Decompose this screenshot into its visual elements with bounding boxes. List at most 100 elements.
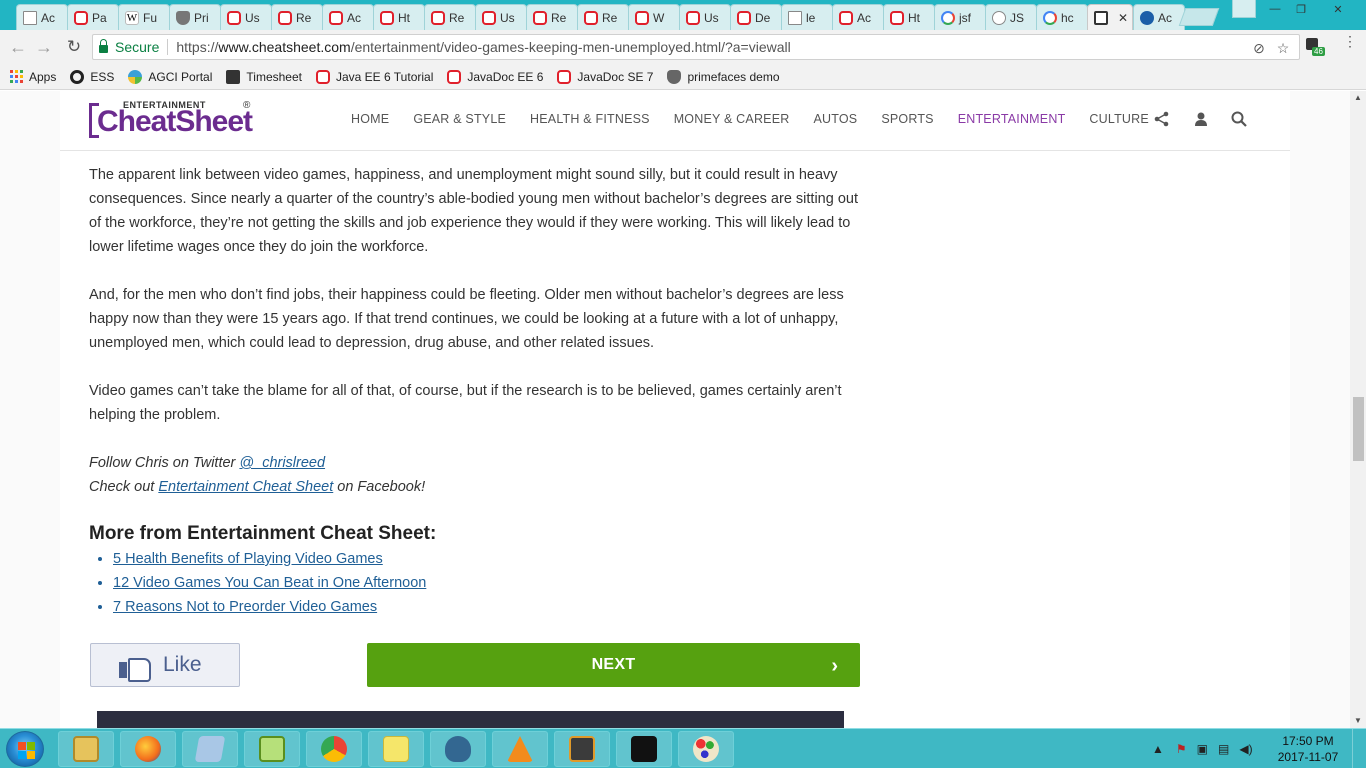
taskbar-app-paint[interactable]	[678, 731, 734, 767]
new-tab-button[interactable]	[1178, 8, 1220, 26]
show-hidden-icons[interactable]: ▲	[1152, 742, 1164, 756]
device-icon[interactable]: ▣	[1197, 742, 1208, 756]
browser-tab[interactable]: Us	[475, 4, 527, 30]
nav-item-health-fitness[interactable]: HEALTH & FITNESS	[530, 112, 650, 126]
volume-icon[interactable]: ◀)	[1239, 742, 1252, 756]
bookmark-item[interactable]: ESS	[70, 69, 115, 84]
browser-tab[interactable]: Us	[679, 4, 731, 30]
twitter-handle-link[interactable]: @_chrislreed	[239, 455, 325, 471]
orc-bookmark-icon	[447, 69, 462, 84]
close-tab-icon[interactable]: ✕	[1118, 11, 1128, 25]
browser-tab[interactable]: Ht	[373, 4, 425, 30]
bookmark-label: ESS	[90, 69, 115, 84]
back-button[interactable]: ←	[8, 37, 28, 57]
g-favicon-icon	[941, 10, 955, 25]
browser-tab[interactable]: ✕	[1087, 4, 1133, 30]
taskbar-app-chrome[interactable]	[306, 731, 362, 767]
extension-icon[interactable]: 46	[1306, 38, 1325, 56]
browser-tab[interactable]: De	[730, 4, 782, 30]
ac-favicon-icon	[1140, 10, 1154, 25]
taskbar-clock[interactable]: 17:50 PM 2017-11-07	[1276, 733, 1340, 765]
browser-tab[interactable]: Ac	[16, 4, 68, 30]
show-desktop-button[interactable]	[1352, 729, 1366, 768]
cs-favicon-icon	[1094, 10, 1108, 25]
nav-item-gear-style[interactable]: GEAR & STYLE	[413, 112, 506, 126]
taskbar-app-postgres[interactable]	[430, 731, 486, 767]
bookmark-item[interactable]: JavaDoc EE 6	[447, 69, 543, 84]
nav-item-autos[interactable]: AUTOS	[813, 112, 857, 126]
facebook-page-link[interactable]: Entertainment Cheat Sheet	[158, 479, 333, 495]
flag-icon[interactable]: ⚑	[1176, 742, 1187, 756]
nav-item-entertainment[interactable]: ENTERTAINMENT	[958, 112, 1066, 126]
start-button[interactable]	[6, 731, 44, 767]
browser-tab[interactable]: Re	[526, 4, 578, 30]
scrollbar-thumb[interactable]	[1353, 397, 1364, 461]
taskbar-app-firefox[interactable]	[120, 731, 176, 767]
taskbar-app-sticky-notes[interactable]	[368, 731, 424, 767]
browser-tab[interactable]: Ac	[322, 4, 374, 30]
related-article-link[interactable]: 12 Video Games You Can Beat in One After…	[113, 575, 426, 591]
forward-button[interactable]: →	[34, 37, 54, 57]
tab-title: jsf	[959, 10, 971, 25]
related-article-link[interactable]: 5 Health Benefits of Playing Video Games	[113, 551, 383, 567]
browser-tab[interactable]: JS	[985, 4, 1037, 30]
cheatsheet-logo[interactable]: ENTERTAINMENT CheatSheet ®	[89, 100, 253, 140]
browser-tab[interactable]: W	[628, 4, 680, 30]
page-scrollbar[interactable]: ▲ ▼	[1350, 91, 1366, 728]
explorer-icon	[73, 736, 99, 762]
profile-button[interactable]	[1232, 0, 1256, 18]
nav-item-sports[interactable]: SPORTS	[881, 112, 933, 126]
chrome-menu-icon[interactable]: ⋮	[1343, 34, 1357, 56]
reload-button[interactable]: ↻	[64, 37, 84, 57]
bookmark-item[interactable]: JavaDoc SE 7	[557, 69, 653, 84]
browser-tab[interactable]: hc	[1036, 4, 1088, 30]
browser-tab[interactable]: Us	[220, 4, 272, 30]
bookmark-item[interactable]: Timesheet	[226, 69, 302, 84]
browser-tab[interactable]: jsf	[934, 4, 986, 30]
bookmark-star-icon[interactable]: ☆	[1275, 40, 1291, 56]
taskbar-app-java-ee-ide[interactable]	[554, 731, 610, 767]
user-icon[interactable]	[1191, 110, 1211, 130]
eclipse-icon	[631, 736, 657, 762]
scroll-down-icon[interactable]: ▼	[1350, 714, 1366, 728]
taskbar-app-vlc[interactable]	[492, 731, 548, 767]
minimize-button[interactable]: —	[1262, 0, 1288, 18]
scroll-up-icon[interactable]: ▲	[1350, 91, 1366, 105]
bookmark-item[interactable]: Java EE 6 Tutorial	[315, 69, 433, 84]
browser-tab[interactable]: Ht	[883, 4, 935, 30]
taskbar-app-explorer[interactable]	[58, 731, 114, 767]
oracle-favicon-icon	[380, 10, 394, 25]
browser-tab[interactable]: Re	[577, 4, 629, 30]
browser-tab[interactable]: W Fu	[118, 4, 170, 30]
next-button[interactable]: NEXT ›	[367, 643, 860, 687]
taskbar-app-eclipse[interactable]	[616, 731, 672, 767]
browser-tab[interactable]: Pa	[67, 4, 119, 30]
bookmark-item[interactable]: AGCI Portal	[128, 69, 212, 84]
browser-tab[interactable]: Pri	[169, 4, 221, 30]
facebook-like-button[interactable]: Like	[90, 643, 240, 687]
bookmark-item[interactable]: primefaces demo	[667, 69, 780, 84]
browser-tab[interactable]: Ac	[832, 4, 884, 30]
browser-tab[interactable]: Re	[424, 4, 476, 30]
browser-tab[interactable]: Re	[271, 4, 323, 30]
taskbar-app-notepad-plus[interactable]	[244, 731, 300, 767]
browser-tab[interactable]: Ac	[1133, 4, 1185, 30]
url-text[interactable]: https://www.cheatsheet.com/entertainment…	[176, 39, 790, 55]
taskbar-app-notepad[interactable]	[182, 731, 238, 767]
browser-tab[interactable]: le	[781, 4, 833, 30]
search-icon[interactable]	[1229, 110, 1249, 130]
nav-item-money-career[interactable]: MONEY & CAREER	[674, 112, 790, 126]
oracle-favicon-icon	[686, 10, 700, 25]
related-article-link[interactable]: 7 Reasons Not to Preorder Video Games	[113, 599, 377, 615]
network-icon[interactable]: ▤	[1218, 742, 1229, 756]
tab-title: Us	[245, 10, 260, 25]
orc-bookmark-icon	[557, 69, 572, 84]
nav-item-home[interactable]: HOME	[351, 112, 389, 126]
nav-item-culture[interactable]: CULTURE	[1089, 112, 1149, 126]
location-blocked-icon[interactable]: ⊘	[1251, 40, 1267, 56]
share-icon[interactable]	[1152, 110, 1172, 130]
maximize-button[interactable]: ❐	[1288, 0, 1314, 18]
close-window-button[interactable]: ✕	[1318, 0, 1358, 18]
bookmark-item[interactable]: Apps	[10, 70, 56, 84]
address-bar[interactable]: Secure https://www.cheatsheet.com/entert…	[92, 34, 1300, 60]
